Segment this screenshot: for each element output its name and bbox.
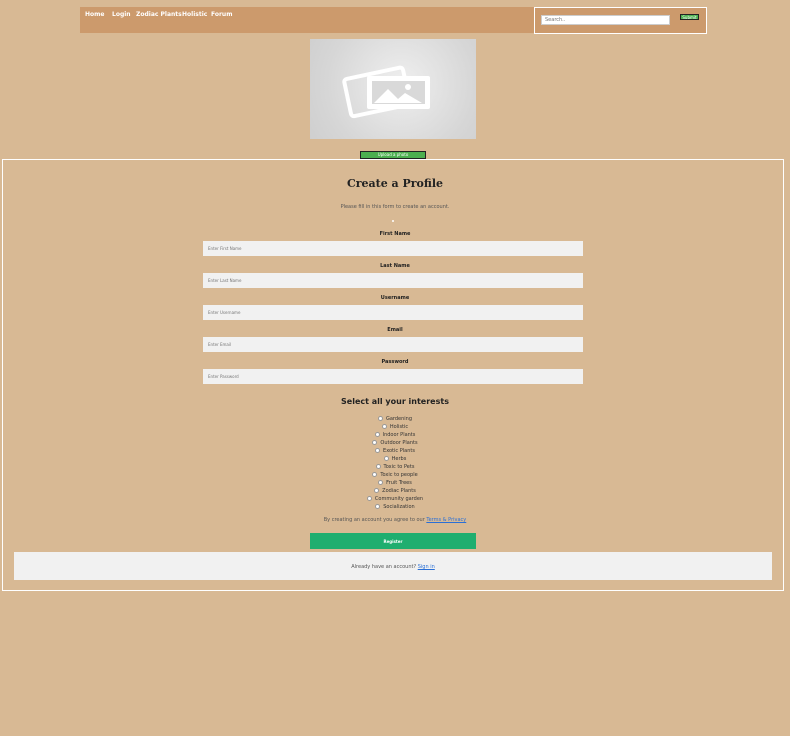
radio-button[interactable]	[372, 440, 378, 445]
nav-link-forum[interactable]: Forum	[211, 11, 232, 18]
last-name-field[interactable]	[203, 273, 583, 288]
terms-text: By creating an account you agree to our	[323, 517, 425, 523]
radio-button[interactable]	[377, 416, 383, 421]
interest-label: Toxic to people	[380, 472, 418, 478]
interest-option[interactable]: Fruit Trees	[0, 479, 790, 487]
interest-option[interactable]: Toxic to Pets	[0, 463, 790, 471]
radio-button[interactable]	[375, 448, 381, 453]
first-name-field[interactable]	[203, 241, 583, 256]
top-navbar: Home Login Zodiac Plants Holistic Forum	[80, 7, 534, 33]
last-name-label: Last Name	[380, 263, 410, 269]
nav-link-login[interactable]: Login	[112, 11, 131, 18]
divider	[392, 220, 394, 222]
radio-button[interactable]	[378, 480, 384, 485]
radio-button[interactable]	[374, 488, 380, 493]
radio-button[interactable]	[374, 432, 380, 437]
interest-label: Outdoor Plants	[380, 440, 418, 446]
radio-button[interactable]	[372, 472, 378, 477]
interest-option[interactable]: Holistic	[0, 423, 790, 431]
email-field[interactable]	[203, 337, 583, 352]
radio-button[interactable]	[375, 464, 381, 469]
form-subtitle: Please fill in this form to create an ac…	[340, 204, 450, 210]
page-title: Create a Profile	[346, 177, 444, 190]
username-label: Username	[380, 295, 410, 301]
interest-label: Indoor Plants	[382, 432, 416, 438]
terms-notice: By creating an account you agree to our …	[0, 517, 790, 523]
profile-photo-placeholder	[310, 39, 476, 139]
signin-link[interactable]: Sign in	[418, 564, 435, 570]
interest-option[interactable]: Community garden	[0, 495, 790, 503]
username-field[interactable]	[203, 305, 583, 320]
interests-heading: Select all your interests	[341, 397, 449, 406]
interest-option[interactable]: Indoor Plants	[0, 431, 790, 439]
first-name-label: First Name	[379, 231, 411, 237]
radio-button[interactable]	[381, 424, 387, 429]
interest-option[interactable]: Socialization	[0, 503, 790, 511]
interest-option[interactable]: Toxic to people	[0, 471, 790, 479]
signin-container: Already have an account? Sign in	[14, 552, 772, 580]
nav-link-holistic[interactable]: Holistic	[182, 11, 207, 18]
radio-button[interactable]	[375, 504, 381, 509]
interest-label: Socialization	[383, 504, 415, 510]
interest-label: Herbs	[391, 456, 407, 462]
interest-option[interactable]: Exotic Plants	[0, 447, 790, 455]
nav-link-home[interactable]: Home	[85, 11, 104, 18]
interest-option[interactable]: Gardening	[0, 415, 790, 423]
search-container: Submit	[534, 7, 707, 34]
search-submit-button[interactable]: Submit	[680, 14, 699, 20]
interest-label: Holistic	[389, 424, 409, 430]
register-button[interactable]: Register	[310, 533, 476, 549]
interest-label: Zodiac Plants	[382, 488, 416, 494]
interest-option[interactable]: Zodiac Plants	[0, 487, 790, 495]
radio-button[interactable]	[383, 456, 389, 461]
search-input[interactable]	[541, 15, 670, 25]
radio-button[interactable]	[366, 496, 372, 501]
interest-label: Fruit Trees	[386, 480, 412, 486]
interest-label: Community garden	[374, 496, 424, 502]
signin-text: Already have an account?	[351, 564, 417, 570]
interest-option[interactable]: Herbs	[0, 455, 790, 463]
interest-label: Gardening	[385, 416, 413, 422]
nav-link-zodiac-plants[interactable]: Zodiac Plants	[136, 11, 182, 18]
image-placeholder-icon	[342, 65, 430, 119]
interest-label: Toxic to Pets	[383, 464, 415, 470]
password-label: Password	[381, 359, 409, 365]
terms-privacy-link[interactable]: Terms & Privacy	[426, 517, 466, 523]
interest-option[interactable]: Outdoor Plants	[0, 439, 790, 447]
email-label: Email	[387, 327, 403, 333]
interest-label: Exotic Plants	[383, 448, 415, 454]
password-field[interactable]	[203, 369, 583, 384]
upload-photo-button[interactable]: Upload a photo	[360, 151, 426, 159]
